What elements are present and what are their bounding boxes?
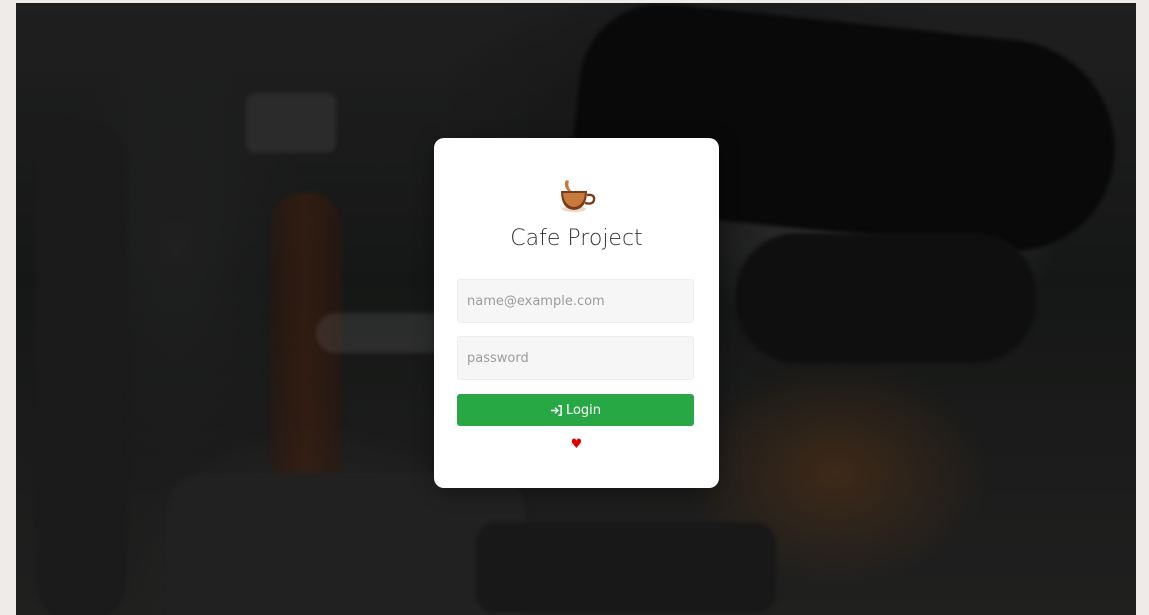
password-input[interactable] [457, 336, 694, 380]
sign-in-icon [550, 404, 562, 416]
login-button[interactable]: Login [457, 394, 694, 426]
coffee-cup-icon [561, 180, 596, 212]
login-button-label: Login [565, 402, 602, 418]
email-input[interactable] [457, 279, 694, 323]
app-title: Cafe Project [510, 226, 643, 251]
login-card: Cafe Project Login ♥ [434, 138, 719, 488]
heart-icon: ♥ [570, 437, 583, 452]
